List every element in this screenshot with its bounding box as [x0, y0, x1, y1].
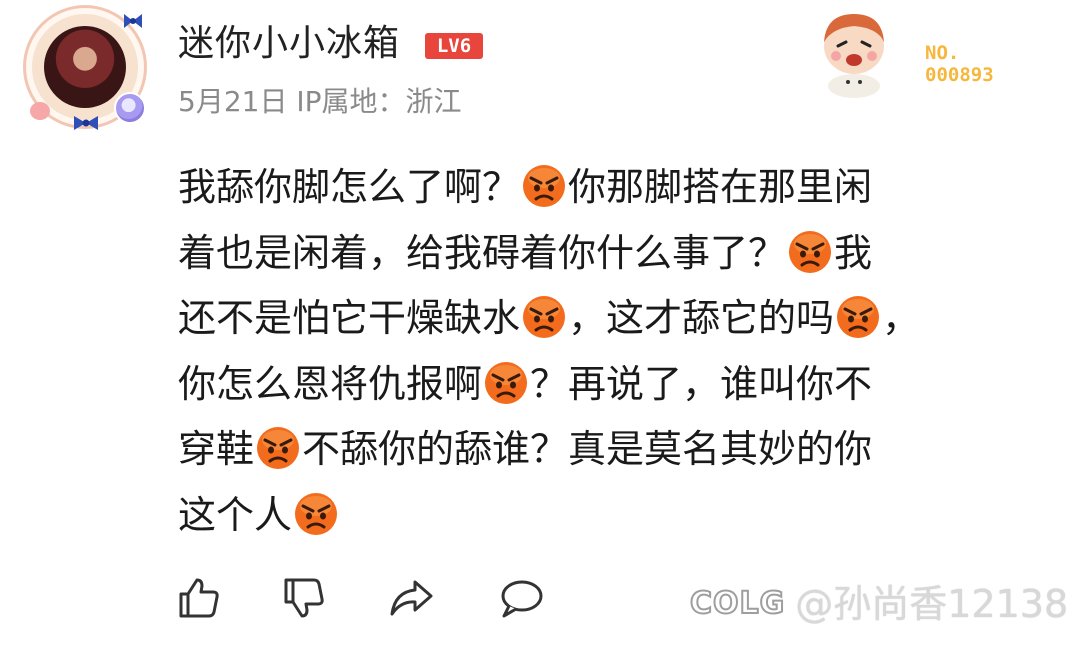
post-content: 我舔你脚怎么了啊？ 你那脚搭在那里闲着也是闲着，给我碍着你什么事了？ 我还不是怕它干… — [178, 155, 1048, 548]
content-text: 我舔你脚怎么了啊？ — [178, 165, 521, 209]
content-text: ？再说了，谁叫你不 — [530, 361, 873, 406]
content-text: 这个人 — [178, 492, 293, 537]
post-meta: 5月21日 IP属地：浙江 — [178, 85, 462, 118]
angry-face-icon — [295, 492, 338, 535]
fan-number: NO. 000893 — [925, 42, 1035, 86]
content-text: 你那脚搭在那里闲 — [568, 165, 873, 209]
watermark-text: @孙尚香12138 — [795, 582, 1069, 626]
vip-diamond-icon — [114, 92, 146, 124]
peach-icon — [30, 102, 50, 120]
share-icon[interactable] — [387, 574, 435, 622]
content-text: 你怎么恩将仇报啊 — [178, 361, 483, 406]
watermark: COLG @孙尚香12138 — [689, 576, 1069, 632]
content-text: ，这才舔它的吗 — [568, 296, 835, 340]
thumbs-up-icon[interactable] — [175, 574, 223, 622]
content-text: 着也是闲着，给我碍着你什么事了？ — [178, 230, 787, 275]
comment-icon[interactable] — [497, 574, 545, 622]
thumbs-down-icon[interactable] — [280, 574, 328, 622]
angry-face-icon — [837, 296, 880, 338]
username[interactable]: 迷你小小冰箱 — [178, 22, 400, 66]
content-text: ， — [882, 296, 921, 340]
angry-face-icon — [257, 427, 300, 469]
bow-icon — [74, 116, 98, 130]
content-text: 我 — [834, 230, 873, 275]
content-line: 我舔你脚怎么了啊？ 你那脚搭在那里闲 — [178, 155, 1048, 221]
content-line: 还不是怕它干燥缺水 ，这才舔它的吗 ， — [178, 286, 1048, 352]
content-line: 穿鞋 不舔你的舔谁？真是莫名其妙的你 — [178, 417, 1048, 483]
content-line: 你怎么恩将仇报啊 ？再说了，谁叫你不 — [178, 352, 1048, 418]
content-line: 这个人 — [178, 483, 1048, 549]
content-text: 还不是怕它干燥缺水 — [178, 296, 521, 340]
fan-card-sticker-icon — [824, 14, 884, 98]
angry-face-icon — [485, 361, 528, 404]
content-text: 穿鞋 — [178, 427, 255, 471]
fan-number-value: 000893 — [925, 64, 994, 86]
fan-number-label: NO. — [925, 42, 960, 64]
avatar-image — [44, 26, 126, 108]
bow-icon — [124, 14, 142, 28]
content-line: 着也是闲着，给我碍着你什么事了？ 我 — [178, 221, 1048, 287]
angry-face-icon — [789, 230, 832, 273]
angry-face-icon — [523, 165, 566, 207]
avatar[interactable] — [22, 4, 148, 134]
colg-logo: COLG — [689, 585, 786, 622]
content-text: 不舔你的舔谁？真是莫名其妙的你 — [302, 427, 873, 471]
angry-face-icon — [523, 296, 566, 338]
level-badge: LV6 — [425, 33, 483, 59]
